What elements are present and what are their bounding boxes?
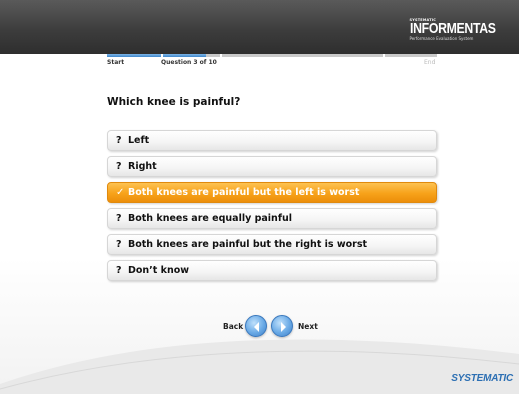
next-button[interactable]: [271, 315, 293, 337]
option-label: Left: [128, 135, 150, 146]
option-label: Both knees are painful but the right is …: [128, 239, 368, 250]
back-button[interactable]: [245, 315, 267, 337]
answer-option-left[interactable]: ? Left: [107, 130, 437, 151]
navigation-bar: Back Next: [0, 311, 519, 341]
answer-option-both-left-worst[interactable]: ✓ Both knees are painful but the left is…: [107, 182, 437, 203]
option-label: Both knees are painful but the left is w…: [128, 187, 360, 198]
checkmark-icon: ✓: [116, 187, 125, 198]
progress-end-label: End: [424, 59, 436, 66]
progress-segment-divider: [161, 54, 163, 57]
progress-bar: [107, 54, 437, 57]
option-label: Don’t know: [128, 265, 190, 276]
logo-product-name: INFORMENTAS: [409, 20, 496, 37]
option-label: Right: [128, 161, 157, 172]
option-marker: ?: [116, 213, 122, 224]
progress-segment-divider: [383, 54, 385, 57]
progress-bar-fill: [107, 54, 206, 57]
option-marker: ?: [116, 265, 122, 276]
answer-option-right[interactable]: ? Right: [107, 156, 437, 177]
main-content: Start Question 3 of 10 End Which knee is…: [0, 54, 519, 394]
question-text: Which knee is painful?: [107, 96, 241, 108]
app-header: SYSTEMATIC INFORMENTAS Performance Evalu…: [0, 0, 519, 54]
informentas-logo: SYSTEMATIC INFORMENTAS Performance Evalu…: [410, 18, 514, 41]
back-label[interactable]: Back: [223, 322, 243, 331]
chevron-right-icon: [281, 322, 286, 332]
progress-segment-divider: [220, 54, 222, 57]
option-marker: ?: [116, 161, 122, 172]
answer-option-both-right-worst[interactable]: ? Both knees are painful but the right i…: [107, 234, 437, 255]
progress-start-label: Start: [107, 59, 125, 66]
option-marker: ?: [116, 135, 122, 146]
next-label[interactable]: Next: [298, 322, 318, 331]
answer-option-both-equal[interactable]: ? Both knees are equally painful: [107, 208, 437, 229]
option-marker: ?: [116, 239, 122, 250]
progress-current-label: Question 3 of 10: [161, 59, 217, 66]
option-label: Both knees are equally painful: [128, 213, 292, 224]
systematic-logo: SYSTEMATIC: [451, 373, 513, 384]
chevron-left-icon: [254, 322, 259, 332]
answer-option-dont-know[interactable]: ? Don’t know: [107, 260, 437, 281]
